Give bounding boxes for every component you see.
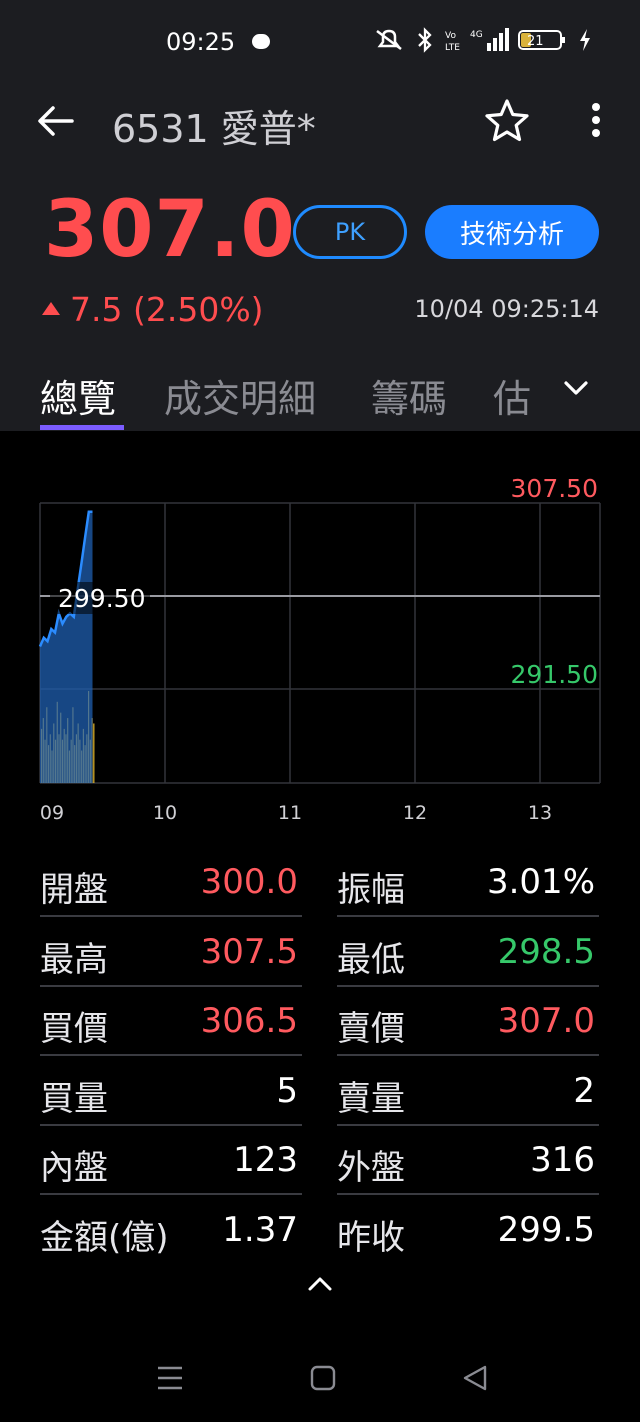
silent-icon [372, 28, 406, 56]
arrow-left-icon [38, 106, 74, 136]
stat-label: 最高 [40, 939, 108, 980]
stat-cell: 開盤 300.0 [40, 848, 302, 917]
tab-overview[interactable]: 總覽 [40, 368, 116, 423]
stat-cell: 外盤 316 [337, 1126, 599, 1195]
stat-cell: 內盤 123 [40, 1126, 302, 1195]
x-tick-label: 11 [278, 802, 302, 824]
triangle-back-icon [463, 1365, 487, 1391]
stat-label: 金額(億) [40, 1217, 169, 1258]
more-vert-icon [592, 103, 600, 137]
stat-cell: 最高 307.5 [40, 918, 302, 987]
stat-value: 1.37 [222, 1209, 298, 1250]
svg-text:4G: 4G [470, 30, 483, 40]
svg-text:Vo: Vo [445, 31, 456, 41]
collapse-button[interactable] [306, 1274, 334, 1292]
svg-text:21: 21 [527, 34, 544, 49]
stat-cell: 賣價 307.0 [337, 987, 599, 1056]
stat-value: 307.0 [497, 1001, 595, 1041]
stat-cell: 振幅 3.01% [337, 848, 599, 917]
stat-value: 300.0 [200, 862, 298, 902]
stat-value: 307.5 [200, 931, 298, 972]
bluetooth-icon [414, 27, 436, 57]
back-button[interactable] [36, 103, 76, 139]
charging-icon [578, 28, 592, 56]
stat-value: 306.5 [200, 1001, 298, 1041]
stat-cell: 最低 298.5 [337, 918, 599, 987]
stat-cell: 昨收 299.5 [337, 1196, 599, 1265]
stat-value: 2 [573, 1070, 595, 1111]
price-area [40, 511, 93, 783]
up-triangle-icon [42, 302, 60, 315]
stat-cell: 金額(億) 1.37 [40, 1196, 302, 1265]
battery-icon: 21 [518, 28, 570, 56]
tabs-expand-button[interactable] [562, 377, 590, 399]
chevron-down-icon [564, 381, 588, 395]
stat-cell: 買價 306.5 [40, 987, 302, 1056]
tab-trade-details[interactable]: 成交明細 [164, 368, 316, 423]
volte-icon: Vo LTE [444, 27, 462, 57]
price-ref-label: 299.50 [58, 584, 145, 613]
tab-chips[interactable]: 籌碼 [371, 368, 447, 423]
stat-value: 316 [530, 1140, 595, 1180]
square-icon [310, 1365, 336, 1391]
stat-label: 振幅 [337, 870, 405, 910]
star-icon [485, 99, 529, 142]
svg-text:LTE: LTE [445, 43, 460, 53]
stat-label: 內盤 [40, 1148, 108, 1188]
x-tick-label: 12 [403, 802, 427, 824]
stat-label: 昨收 [337, 1217, 405, 1258]
pk-button[interactable]: PK [293, 205, 407, 259]
chevron-up-icon [308, 1277, 332, 1291]
stat-label: 買量 [40, 1078, 108, 1119]
technical-analysis-button[interactable]: 技術分析 [425, 205, 599, 259]
stat-label: 買價 [40, 1009, 108, 1049]
price-change: 7.5 (2.50%) [42, 290, 264, 329]
stat-value: 3.01% [486, 862, 595, 902]
recent-apps-button[interactable] [156, 1364, 184, 1396]
current-price: 307.0 [44, 185, 296, 275]
price-change-value: 7.5 (2.50%) [70, 290, 264, 329]
stat-value: 298.5 [497, 931, 595, 972]
stat-value: 299.5 [497, 1209, 595, 1250]
message-notification-icon [252, 34, 270, 49]
signal-icon: 4G [470, 27, 510, 57]
price-high-label: 307.50 [511, 474, 598, 503]
x-tick-label: 10 [153, 802, 177, 824]
x-tick-label: 09 [40, 802, 64, 824]
tab-bar: 總覽 成交明細 籌碼 估 [0, 360, 640, 430]
home-button[interactable] [310, 1364, 336, 1396]
active-tab-indicator [40, 425, 124, 430]
price-low-label: 291.50 [511, 660, 598, 689]
chart-canvas: 307.50 299.50 291.50 09 10 11 12 13 [38, 474, 601, 824]
stat-label: 賣量 [337, 1078, 405, 1119]
stat-label: 賣價 [337, 1009, 405, 1049]
volume-bar [93, 723, 95, 783]
stat-cell: 買量 5 [40, 1057, 302, 1126]
more-options-button[interactable] [584, 100, 608, 144]
stock-title: 6531 愛普* [112, 107, 316, 151]
tab-valuation[interactable]: 估 [493, 368, 531, 423]
x-tick-label: 13 [528, 802, 552, 824]
back-nav-button[interactable] [462, 1364, 488, 1396]
system-icons: Vo LTE 4G 21 [372, 27, 592, 57]
intraday-chart: 307.50 299.50 291.50 09 10 11 12 13 [0, 431, 640, 831]
stat-label: 開盤 [40, 870, 108, 910]
stat-label: 外盤 [337, 1148, 405, 1188]
stat-label: 最低 [337, 939, 405, 980]
status-time: 09:25 [166, 28, 236, 56]
stat-value: 5 [276, 1070, 298, 1111]
favorite-button[interactable] [484, 98, 530, 144]
stat-value: 123 [233, 1140, 298, 1180]
menu-icon [158, 1366, 182, 1390]
quote-timestamp: 10/04 09:25:14 [414, 295, 599, 323]
system-nav-bar [0, 1318, 640, 1422]
stat-cell: 賣量 2 [337, 1057, 599, 1126]
